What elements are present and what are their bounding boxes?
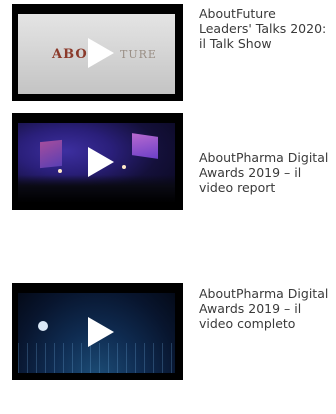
play-icon[interactable]: [87, 146, 114, 177]
stage-light: [122, 165, 126, 169]
video-title[interactable]: AboutFuture Leaders' Talks 2020: il Talk…: [199, 6, 336, 51]
network-graphic: [18, 343, 175, 373]
video-item-1[interactable]: ABOU TURE AboutFuture Leaders' Talks 202…: [0, 0, 336, 103]
video-thumbnail-2[interactable]: [12, 113, 183, 210]
crowd-silhouette: [18, 175, 175, 203]
thumbnail-logo-mark: [38, 321, 48, 331]
play-icon[interactable]: [87, 37, 114, 68]
video-item-2[interactable]: AboutPharma Digital Awards 2019 – il vid…: [0, 113, 336, 216]
stage-light: [58, 169, 62, 173]
video-item-3[interactable]: AboutPharma Digital Awards 2019 – il vid…: [0, 283, 336, 386]
video-thumbnail-1[interactable]: ABOU TURE: [12, 4, 183, 101]
play-icon[interactable]: [87, 316, 114, 347]
thumbnail-logo-text-b: TURE: [120, 48, 157, 61]
stage-screen: [40, 139, 62, 169]
stage-screen: [132, 133, 158, 159]
video-title[interactable]: AboutPharma Digital Awards 2019 – il vid…: [199, 286, 336, 331]
video-thumbnail-3[interactable]: [12, 283, 183, 380]
video-list: ABOU TURE AboutFuture Leaders' Talks 202…: [0, 0, 336, 414]
video-title[interactable]: AboutPharma Digital Awards 2019 – il vid…: [199, 150, 336, 195]
